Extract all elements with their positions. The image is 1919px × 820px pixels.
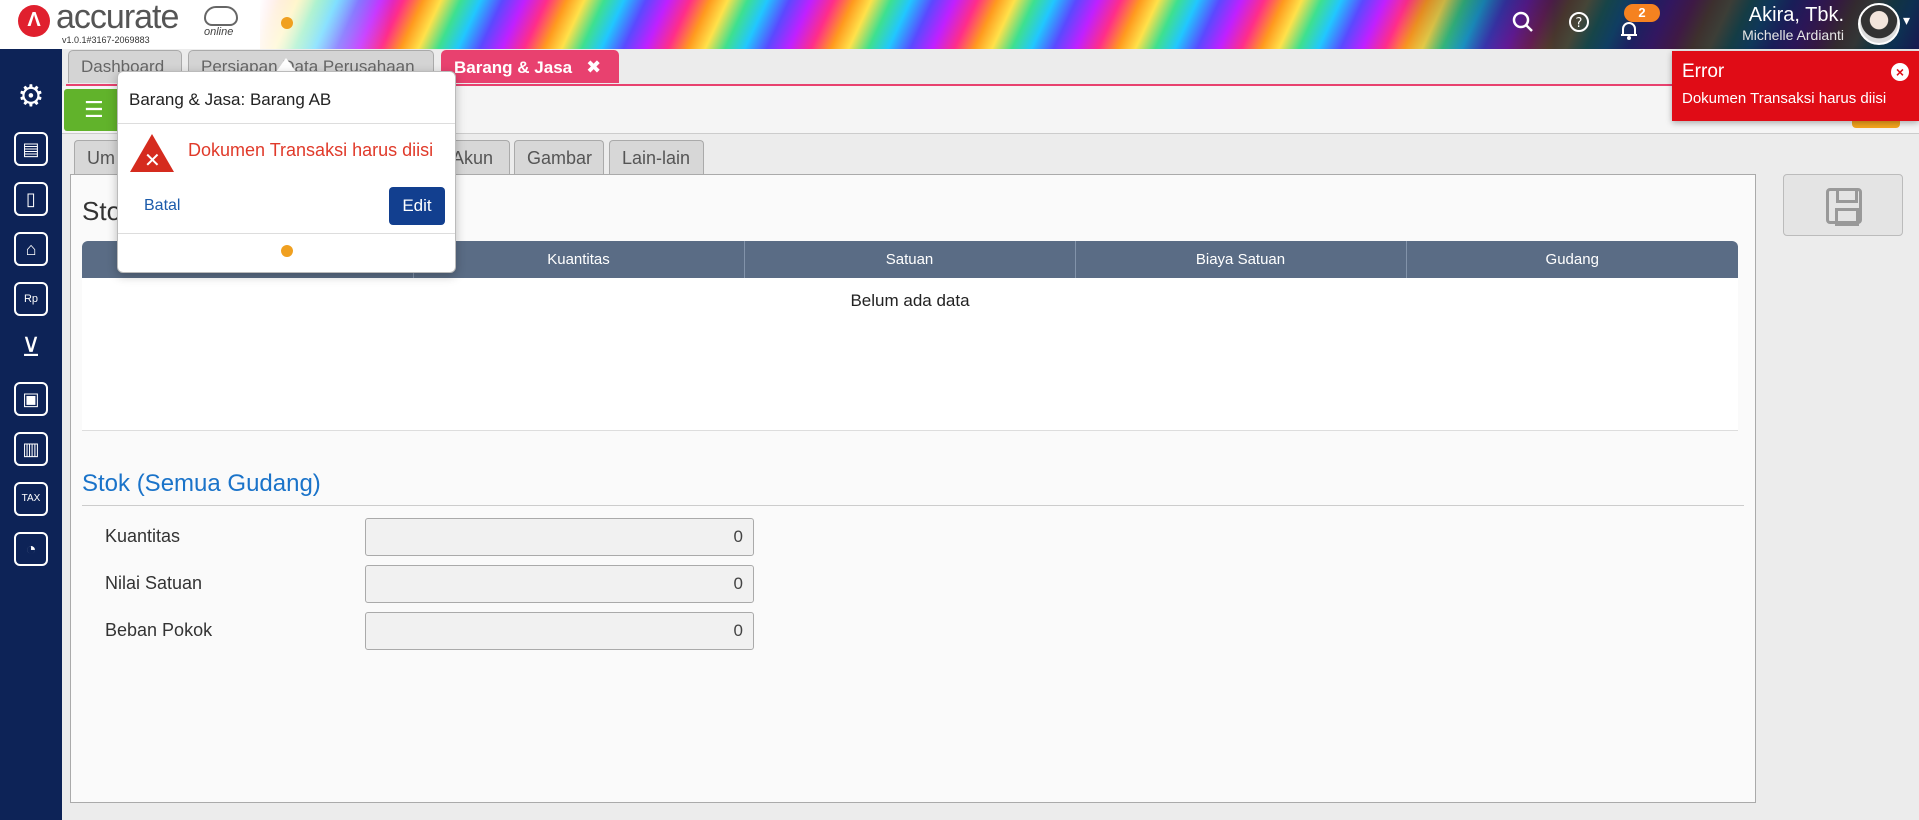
user-name[interactable]: Akira, Tbk.: [1749, 4, 1844, 27]
tab-label: Barang & Jasa: [454, 58, 573, 77]
toast-title: Error: [1682, 61, 1725, 82]
search-icon[interactable]: [1510, 10, 1536, 36]
building-icon[interactable]: ▤: [14, 132, 48, 166]
popover-message: Dokumen Transaksi harus diisi: [188, 140, 434, 160]
panel-title: Sto: [82, 196, 122, 226]
section-divider: [82, 505, 1744, 506]
section-title: Stok (Semua Gudang): [82, 470, 321, 497]
error-toast: Error Dokumen Transaksi harus diisi ×: [1672, 51, 1919, 121]
report-icon[interactable]: ◔: [14, 532, 48, 566]
list-button[interactable]: ☰: [64, 89, 124, 131]
validation-popover: Barang & Jasa: Barang AB ✕ Dokumen Trans…: [117, 71, 456, 273]
sidebar: ⚙ ▤ ▯ ⌂ Rp ⊻ ▣ ▥ TAX ◔: [0, 49, 62, 820]
trolley-icon[interactable]: ▣: [14, 382, 48, 416]
nilai-satuan-field: 0: [365, 565, 754, 603]
popover-title: Barang & Jasa: Barang AB: [129, 90, 332, 109]
avatar[interactable]: [1858, 3, 1900, 45]
version-label: v1.0.1#3167-2069883: [62, 35, 150, 45]
empty-message: Belum ada data: [82, 278, 1738, 326]
factory-icon[interactable]: ▥: [14, 432, 48, 466]
field-label-beban-pokok: Beban Pokok: [105, 620, 213, 640]
user-subname[interactable]: Michelle Ardianti: [1742, 27, 1844, 43]
brand-sub: online: [204, 26, 234, 38]
column-header-kuantitas[interactable]: Kuantitas: [413, 241, 745, 278]
svg-text:?: ?: [1576, 16, 1583, 31]
field-label-kuantitas: Kuantitas: [105, 526, 181, 546]
subtab-lain-lain[interactable]: Lain-lain: [609, 140, 704, 174]
tab-barang-jasa[interactable]: Barang & Jasa ✖: [441, 50, 619, 83]
kuantitas-field: 0: [365, 518, 754, 556]
brand-name: accurate: [56, 0, 179, 36]
edit-button[interactable]: Edit: [389, 187, 445, 225]
notification-badge: 2: [1624, 4, 1660, 22]
close-icon[interactable]: ✖: [586, 57, 601, 77]
field-label-nilai-satuan: Nilai Satuan: [105, 573, 203, 593]
subtab-gambar[interactable]: Gambar: [514, 140, 604, 174]
beban-pokok-field: 0: [365, 612, 754, 650]
save-icon: [1826, 188, 1862, 226]
save-button[interactable]: [1783, 174, 1903, 236]
table-empty-area: [82, 325, 1738, 431]
status-dot: [281, 17, 293, 29]
close-icon[interactable]: ×: [1891, 63, 1909, 81]
error-x-icon: ✕: [144, 150, 161, 172]
popover-divider: [118, 123, 455, 124]
logo-mark-icon: Λ: [18, 5, 50, 37]
status-dot: [281, 245, 293, 257]
cart-icon[interactable]: ⊻: [14, 332, 48, 366]
cloud-icon: [204, 6, 238, 26]
top-bar: Λ accurate online v1.0.1#3167-2069883 ? …: [0, 0, 1919, 49]
cancel-button[interactable]: Batal: [144, 197, 180, 215]
list-icon: ☰: [84, 97, 104, 122]
bank-icon[interactable]: ⌂: [14, 232, 48, 266]
column-header-satuan[interactable]: Satuan: [744, 241, 1076, 278]
popover-arrow: [276, 58, 296, 72]
chevron-down-icon[interactable]: ▾: [1903, 12, 1910, 29]
money-bag-icon[interactable]: Rp: [14, 282, 48, 316]
popover-divider: [118, 233, 455, 234]
toast-message: Dokumen Transaksi harus diisi: [1682, 90, 1887, 107]
column-header-biaya-satuan[interactable]: Biaya Satuan: [1075, 241, 1407, 278]
gear-icon[interactable]: ⚙: [14, 82, 48, 116]
help-icon[interactable]: ?: [1566, 10, 1592, 36]
column-header-gudang[interactable]: Gudang: [1406, 241, 1738, 278]
book-icon[interactable]: ▯: [14, 182, 48, 216]
tax-icon[interactable]: TAX: [14, 482, 48, 516]
